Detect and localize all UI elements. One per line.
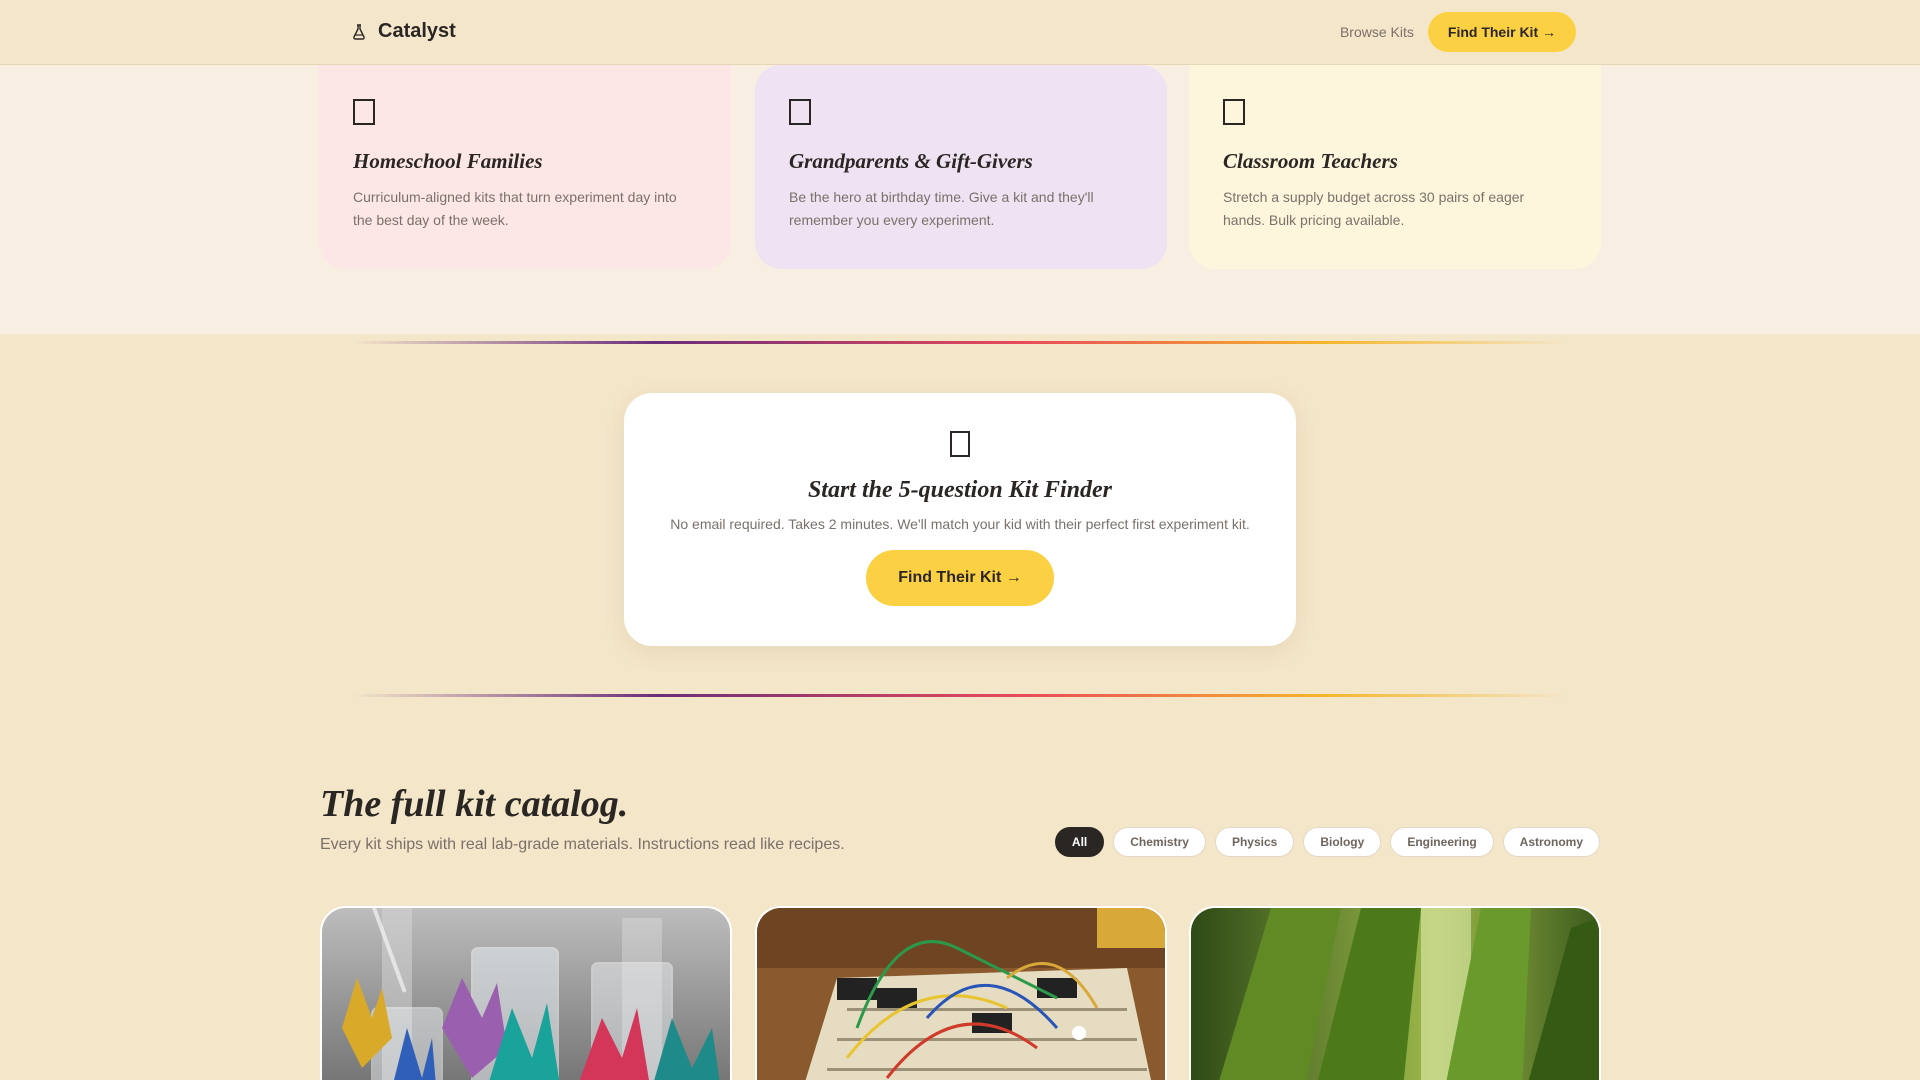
filter-chip-chemistry[interactable]: Chemistry [1113,827,1206,857]
brand-name: Catalyst [378,20,456,42]
kit-finder-desc: No email required. Takes 2 minutes. We'l… [670,516,1250,532]
catalog-title: The full kit catalog. [320,783,629,825]
gradient-divider [352,694,1568,697]
audience-card-title: Homeschool Families [353,149,543,173]
kit-finder-card: Start the 5-question Kit Finder No email… [624,393,1296,646]
category-filters: All Chemistry Physics Biology Engineerin… [1054,827,1600,857]
kit-card-crystals[interactable] [320,906,732,1080]
top-nav: Browse Kits Find Their Kit → [1340,12,1576,52]
audience-card-desc: Be the hero at birthday time. Give a kit… [789,189,1094,228]
filter-chip-engineering[interactable]: Engineering [1390,827,1494,857]
audience-card-desc: Stretch a supply budget across 30 pairs … [1223,189,1525,228]
crystal-beakers-photo [322,908,730,1080]
audience-card-desc: Curriculum-aligned kits that turn experi… [353,189,677,228]
missing-glyph-icon [950,431,970,457]
filter-chip-biology[interactable]: Biology [1303,827,1382,857]
missing-glyph-icon [1223,99,1245,125]
flask-icon [352,23,366,40]
filter-chip-all[interactable]: All [1054,827,1105,857]
catalog-subtitle: Every kit ships with real lab-grade mate… [320,836,845,853]
find-their-kit-button[interactable]: Find Their Kit → [866,550,1054,606]
audience-card-title: Classroom Teachers [1223,149,1398,173]
kit-card-biology[interactable] [1189,906,1601,1080]
filter-chip-physics[interactable]: Physics [1214,827,1295,857]
filter-chip-astronomy[interactable]: Astronomy [1502,827,1600,857]
green-leaves-closeup-photo [1191,908,1599,1080]
browse-kits-link[interactable]: Browse Kits [1340,24,1414,40]
find-their-kit-header-button[interactable]: Find Their Kit → [1427,12,1576,52]
audience-card-gift-givers: Grandparents & Gift-Givers Be the hero a… [755,65,1167,269]
audience-card-teachers: Classroom Teachers Stretch a supply budg… [1189,65,1601,269]
kit-finder-title: Start the 5-question Kit Finder [807,477,1113,503]
audience-card-title: Grandparents & Gift-Givers [789,149,1033,173]
audience-card-homeschool: Homeschool Families Curriculum-aligned k… [319,65,731,269]
kit-card-circuits[interactable] [755,906,1167,1080]
gradient-divider [352,341,1568,344]
missing-glyph-icon [353,99,375,125]
audience-section: Homeschool Families Curriculum-aligned k… [0,65,1920,334]
site-header: Catalyst Browse Kits Find Their Kit → [0,0,1920,65]
breadboard-circuit-photo [757,908,1165,1080]
brand[interactable]: Catalyst [352,20,456,43]
missing-glyph-icon [789,99,811,125]
